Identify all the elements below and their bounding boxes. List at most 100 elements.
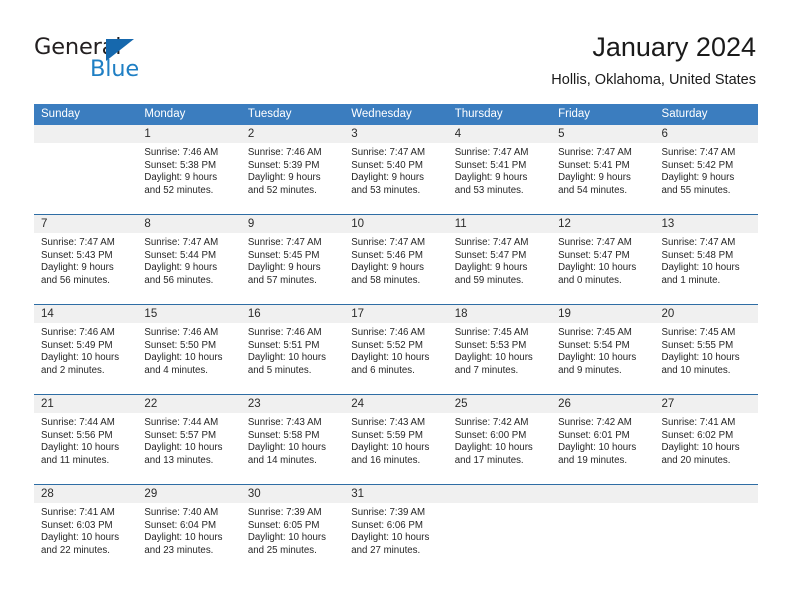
day-number[interactable]: 17 — [344, 305, 447, 323]
day-cell[interactable]: Sunrise: 7:43 AM Sunset: 5:58 PM Daylight:… — [241, 413, 344, 484]
day-daylight-text: Daylight: 10 hours — [247, 352, 326, 363]
day-sunset-text: Sunset: 6:05 PM — [247, 519, 320, 531]
day-daylight-cont-text: and 20 minutes. — [661, 454, 731, 466]
day-cell[interactable]: Sunrise: 7:47 AM Sunset: 5:41 PM Daylight:… — [551, 143, 654, 214]
day-number[interactable]: 28 — [34, 485, 137, 503]
day-sunset-text: Sunset: 5:54 PM — [558, 339, 630, 351]
day-number[interactable]: 18 — [448, 305, 551, 323]
day-number[interactable]: 19 — [551, 305, 654, 323]
day-cell[interactable]: Sunrise: 7:39 AM Sunset: 6:05 PM Daylight:… — [241, 503, 344, 574]
day-daylight-text: Daylight: 10 hours — [41, 442, 120, 453]
day-cell-empty — [34, 143, 137, 214]
day-cell[interactable]: Sunrise: 7:39 AM Sunset: 6:06 PM Daylight:… — [344, 503, 447, 574]
day-daylight-cont-text: and 57 minutes. — [247, 274, 317, 286]
day-cell[interactable]: Sunrise: 7:40 AM Sunset: 6:04 PM Daylight:… — [137, 503, 240, 574]
day-number[interactable]: 6 — [655, 125, 758, 143]
day-number[interactable]: 9 — [241, 215, 344, 233]
day-daylight-text: Daylight: 10 hours — [351, 532, 430, 543]
day-number[interactable]: 31 — [344, 485, 447, 503]
day-cell[interactable]: Sunrise: 7:43 AM Sunset: 5:59 PM Daylight:… — [344, 413, 447, 484]
day-cell[interactable]: Sunrise: 7:47 AM Sunset: 5:46 PM Daylight:… — [344, 233, 447, 304]
day-number[interactable]: 10 — [344, 215, 447, 233]
day-cell[interactable]: Sunrise: 7:47 AM Sunset: 5:42 PM Daylight:… — [655, 143, 758, 214]
day-number[interactable]: 4 — [448, 125, 551, 143]
day-daylight-text: Daylight: 9 hours — [41, 262, 114, 273]
day-number[interactable]: 29 — [137, 485, 240, 503]
day-number[interactable]: 8 — [137, 215, 240, 233]
day-cell[interactable]: Sunrise: 7:46 AM Sunset: 5:38 PM Daylight:… — [137, 143, 240, 214]
weekday-header-tuesday: Tuesday — [247, 108, 292, 120]
day-cell[interactable]: Sunrise: 7:42 AM Sunset: 6:01 PM Daylight:… — [551, 413, 654, 484]
day-detail-band: Sunrise: 7:47 AM Sunset: 5:43 PM Daylight:… — [34, 233, 758, 304]
day-cell[interactable]: Sunrise: 7:47 AM Sunset: 5:48 PM Daylight:… — [655, 233, 758, 304]
day-number[interactable]: 21 — [34, 395, 137, 413]
day-cell[interactable]: Sunrise: 7:46 AM Sunset: 5:39 PM Daylight:… — [241, 143, 344, 214]
day-number[interactable]: 11 — [448, 215, 551, 233]
day-cell[interactable]: Sunrise: 7:46 AM Sunset: 5:49 PM Daylight:… — [34, 323, 137, 394]
day-cell[interactable]: Sunrise: 7:47 AM Sunset: 5:47 PM Daylight:… — [448, 233, 551, 304]
day-number[interactable]: 22 — [137, 395, 240, 413]
day-daylight-text: Daylight: 9 hours — [144, 172, 218, 183]
day-daylight-text: Daylight: 10 hours — [661, 352, 740, 363]
day-cell[interactable]: Sunrise: 7:44 AM Sunset: 5:57 PM Daylight:… — [137, 413, 240, 484]
day-daylight-cont-text: and 5 minutes. — [247, 364, 312, 376]
day-number[interactable]: 16 — [241, 305, 344, 323]
day-cell[interactable]: Sunrise: 7:45 AM Sunset: 5:55 PM Daylight:… — [655, 323, 758, 394]
day-sunrise-text: Sunrise: 7:47 AM — [144, 237, 219, 248]
day-daylight-cont-text: and 53 minutes. — [351, 184, 421, 196]
day-sunrise-text: Sunrise: 7:47 AM — [41, 237, 115, 248]
day-cell[interactable]: Sunrise: 7:42 AM Sunset: 6:00 PM Daylight:… — [448, 413, 551, 484]
day-number[interactable]: 25 — [448, 395, 551, 413]
day-daylight-cont-text: and 59 minutes. — [454, 274, 524, 286]
day-number-empty — [551, 485, 654, 503]
day-cell[interactable]: Sunrise: 7:46 AM Sunset: 5:50 PM Daylight:… — [137, 323, 240, 394]
day-number[interactable]: 23 — [241, 395, 344, 413]
day-cell-empty — [448, 503, 551, 574]
page-header: General Blue January 2024 Hollis, Oklaho… — [0, 0, 792, 96]
day-daylight-cont-text: and 52 minutes. — [247, 184, 317, 196]
day-cell[interactable]: Sunrise: 7:47 AM Sunset: 5:43 PM Daylight:… — [34, 233, 137, 304]
day-sunset-text: Sunset: 5:59 PM — [351, 429, 423, 441]
day-daylight-cont-text: and 25 minutes. — [247, 544, 317, 556]
day-daylight-text: Daylight: 9 hours — [247, 262, 321, 273]
day-cell[interactable]: Sunrise: 7:41 AM Sunset: 6:02 PM Daylight:… — [655, 413, 758, 484]
day-number[interactable]: 30 — [241, 485, 344, 503]
day-cell[interactable]: Sunrise: 7:41 AM Sunset: 6:03 PM Daylight:… — [34, 503, 137, 574]
day-sunset-text: Sunset: 6:04 PM — [144, 519, 217, 531]
calendar-grid: Sunday Monday Tuesday Wednesday Thursday Frid… — [34, 104, 758, 574]
day-number[interactable]: 27 — [655, 395, 758, 413]
day-sunset-text: Sunset: 5:53 PM — [454, 339, 527, 351]
day-number[interactable]: 5 — [551, 125, 654, 143]
day-daylight-text: Daylight: 10 hours — [41, 532, 120, 543]
day-cell[interactable]: Sunrise: 7:45 AM Sunset: 5:54 PM Daylight:… — [551, 323, 654, 394]
day-sunrise-text: Sunrise: 7:46 AM — [247, 327, 322, 338]
day-number[interactable]: 1 — [137, 125, 240, 143]
weekday-header-sunday: Sunday — [41, 108, 81, 120]
day-cell[interactable]: Sunrise: 7:47 AM Sunset: 5:40 PM Daylight:… — [344, 143, 447, 214]
day-cell[interactable]: Sunrise: 7:47 AM Sunset: 5:45 PM Daylight:… — [241, 233, 344, 304]
day-number[interactable]: 15 — [137, 305, 240, 323]
day-number[interactable]: 13 — [655, 215, 758, 233]
day-number[interactable]: 14 — [34, 305, 137, 323]
day-cell[interactable]: Sunrise: 7:46 AM Sunset: 5:52 PM Daylight:… — [344, 323, 447, 394]
day-number[interactable]: 12 — [551, 215, 654, 233]
day-cell[interactable]: Sunrise: 7:45 AM Sunset: 5:53 PM Daylight:… — [448, 323, 551, 394]
day-cell[interactable]: Sunrise: 7:47 AM Sunset: 5:41 PM Daylight:… — [448, 143, 551, 214]
brand-logo[interactable]: General Blue — [34, 34, 214, 86]
day-sunrise-text: Sunrise: 7:46 AM — [351, 327, 426, 338]
day-number[interactable]: 7 — [34, 215, 137, 233]
day-cell[interactable]: Sunrise: 7:47 AM Sunset: 5:44 PM Daylight:… — [137, 233, 240, 304]
day-sunrise-text: Sunrise: 7:42 AM — [558, 417, 632, 428]
day-sunset-text: Sunset: 5:55 PM — [661, 339, 734, 351]
day-number[interactable]: 3 — [344, 125, 447, 143]
day-cell[interactable]: Sunrise: 7:46 AM Sunset: 5:51 PM Daylight:… — [241, 323, 344, 394]
day-cell[interactable]: Sunrise: 7:47 AM Sunset: 5:47 PM Daylight:… — [551, 233, 654, 304]
day-sunset-text: Sunset: 5:43 PM — [41, 249, 113, 261]
day-number[interactable]: 24 — [344, 395, 447, 413]
week-row: 14 15 16 17 18 19 20 Sunrise: 7:46 AM Sunset: 5:… — [34, 304, 758, 394]
day-sunset-text: Sunset: 5:40 PM — [351, 159, 423, 171]
day-cell[interactable]: Sunrise: 7:44 AM Sunset: 5:56 PM Daylight:… — [34, 413, 137, 484]
day-number[interactable]: 26 — [551, 395, 654, 413]
day-number[interactable]: 2 — [241, 125, 344, 143]
day-number[interactable]: 20 — [655, 305, 758, 323]
